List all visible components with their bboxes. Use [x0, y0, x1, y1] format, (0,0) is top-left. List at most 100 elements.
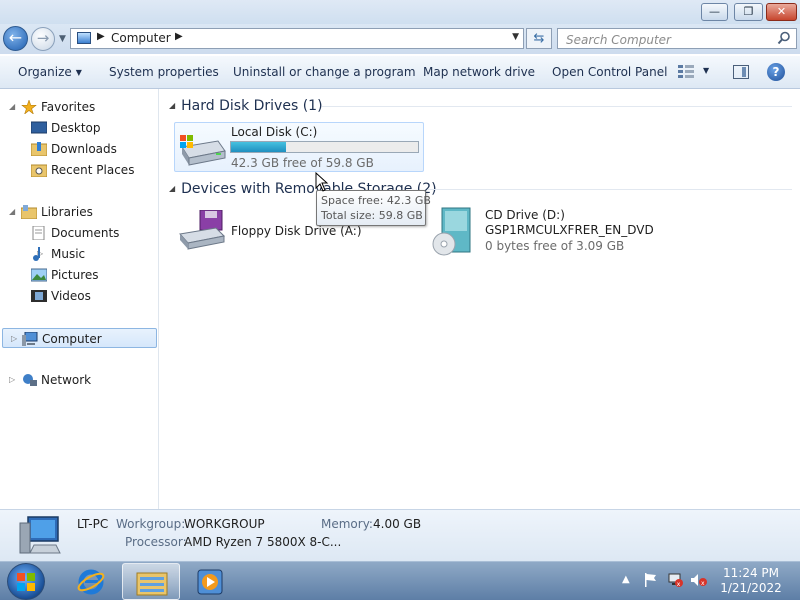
map-network-drive-button[interactable]: Map network drive — [423, 65, 535, 79]
open-control-panel-button[interactable]: Open Control Panel — [552, 65, 667, 79]
search-icon[interactable] — [777, 31, 791, 45]
breadcrumb-chevron-icon[interactable]: ▶ — [175, 31, 183, 42]
internet-explorer-icon — [77, 569, 105, 595]
floppy-drive-name: Floppy Disk Drive (A:) — [231, 224, 362, 238]
computer-icon — [22, 332, 38, 346]
local-disk-capacity-bar — [230, 141, 419, 153]
navigation-pane: ◢ Favorites Desktop Downloads Recent Pla… — [0, 89, 159, 509]
hard-drive-icon — [180, 135, 226, 166]
sidebar-item-libraries[interactable]: ◢ Libraries — [9, 202, 93, 222]
network-status-icon[interactable]: x — [666, 573, 684, 587]
breadcrumb-chevron-icon[interactable]: ▶ — [97, 31, 105, 42]
processor-value: AMD Ryzen 7 5800X 8-C... — [184, 535, 342, 549]
sidebar-item-computer[interactable]: ▷ Computer — [2, 328, 157, 348]
forward-arrow-icon: → — [36, 29, 50, 47]
desktop-icon — [31, 121, 47, 134]
maximize-button[interactable]: ❐ — [734, 3, 763, 21]
cd-drive-icon — [432, 207, 471, 256]
sidebar-item-network[interactable]: ▷ Network — [9, 370, 91, 390]
floppy-drive-icon — [179, 210, 226, 250]
computer-icon — [77, 32, 91, 44]
collapse-icon[interactable]: ◢ — [9, 202, 15, 222]
back-button[interactable]: ← — [3, 26, 28, 51]
minimize-button[interactable]: — — [701, 3, 728, 21]
address-bar[interactable]: ▶ Computer ▶ ▼ — [70, 28, 524, 49]
breadcrumb-computer[interactable]: Computer — [111, 31, 171, 45]
organize-button[interactable]: Organize ▼ — [18, 65, 82, 79]
sidebar-item-recent-places[interactable]: Recent Places — [31, 160, 134, 180]
cd-drive-free-space: 0 bytes free of 3.09 GB — [485, 239, 625, 253]
preview-pane-icon[interactable] — [733, 65, 749, 79]
forward-button[interactable]: → — [31, 27, 55, 51]
collapse-icon[interactable]: ◢ — [9, 97, 15, 117]
svg-text:x: x — [701, 580, 705, 587]
cd-drive-label: GSP1RMCULXFRER_EN_DVD — [485, 223, 654, 237]
details-pane: LT-PC Workgroup: WORKGROUP Memory: 4.00 … — [0, 509, 800, 561]
refresh-button[interactable]: ⇆ — [526, 28, 552, 49]
memory-value: 4.00 GB — [373, 517, 422, 531]
uninstall-program-button[interactable]: Uninstall or change a program — [233, 65, 416, 79]
action-center-flag-icon[interactable] — [643, 573, 657, 587]
collapse-group-icon[interactable]: ◢ — [169, 101, 175, 110]
taskbar-internet-explorer[interactable] — [62, 563, 120, 600]
recent-pages-dropdown[interactable]: ▼ — [59, 34, 66, 44]
sidebar-item-documents[interactable]: ▷ Documents — [32, 223, 119, 243]
pictures-icon — [31, 268, 47, 282]
system-clock[interactable]: 11:24 PM 1/21/2022 — [712, 566, 790, 596]
videos-icon — [31, 290, 47, 302]
help-icon[interactable]: ? — [767, 63, 785, 81]
show-hidden-icons-button[interactable]: ▲ — [622, 574, 630, 585]
music-icon — [33, 247, 40, 261]
taskbar: ▲ x x 11:24 PM 1/21/2022 — [0, 561, 800, 600]
views-dropdown-icon[interactable]: ▼ — [703, 66, 709, 75]
start-button[interactable] — [7, 563, 45, 600]
clock-date: 1/21/2022 — [720, 581, 782, 595]
volume-muted-icon[interactable]: x — [690, 573, 708, 587]
tooltip-total-size: Total size: 59.8 GB — [321, 209, 423, 222]
capacity-bar-fill — [231, 142, 286, 152]
network-icon — [23, 374, 37, 386]
taskbar-windows-explorer[interactable] — [122, 563, 180, 600]
workgroup-value: WORKGROUP — [184, 517, 265, 531]
group-header-hard-disk-drives[interactable]: ◢ Hard Disk Drives (1) — [169, 98, 323, 114]
processor-label: Processor: — [125, 535, 187, 549]
recent-places-icon — [31, 164, 47, 177]
refresh-icon: ⇆ — [533, 31, 545, 46]
mouse-cursor-icon — [315, 172, 329, 192]
local-disk-name: Local Disk (C:) — [231, 125, 318, 139]
taskbar-media-player[interactable] — [182, 563, 240, 600]
tooltip-space-free: Space free: 42.3 GB — [321, 194, 431, 207]
change-view-icon[interactable] — [678, 65, 694, 79]
svg-text:x: x — [677, 581, 681, 587]
group-divider — [322, 106, 792, 107]
command-bar: Organize ▼ System properties Uninstall or… — [0, 56, 800, 89]
documents-icon — [32, 226, 45, 240]
windows-logo-icon — [17, 573, 35, 591]
title-bar: — ❐ ✕ — [0, 0, 800, 24]
close-button[interactable]: ✕ — [766, 3, 797, 21]
drive-tooltip: Space free: 42.3 GB Total size: 59.8 GB — [316, 190, 431, 226]
workgroup-label: Workgroup: — [116, 517, 186, 531]
downloads-folder-icon — [31, 142, 47, 156]
pc-name: LT-PC — [77, 517, 109, 531]
search-input[interactable] — [564, 31, 773, 48]
media-player-icon — [197, 569, 223, 595]
star-icon — [21, 100, 37, 114]
system-properties-button[interactable]: System properties — [109, 65, 219, 79]
memory-label: Memory: — [321, 517, 373, 531]
sidebar-item-videos[interactable]: ▷ Videos — [31, 286, 91, 306]
search-box[interactable] — [557, 28, 797, 49]
sidebar-item-pictures[interactable]: ▷ Pictures — [31, 265, 99, 285]
local-disk-free-space: 42.3 GB free of 59.8 GB — [231, 156, 374, 170]
libraries-icon — [21, 205, 37, 219]
expand-icon[interactable]: ▷ — [11, 329, 17, 349]
sidebar-item-music[interactable]: ▷ Music — [33, 244, 85, 264]
folder-icon — [136, 572, 168, 596]
computer-large-icon — [19, 516, 61, 554]
expand-icon[interactable]: ▷ — [9, 370, 15, 390]
collapse-group-icon[interactable]: ◢ — [169, 184, 175, 193]
sidebar-item-downloads[interactable]: Downloads — [31, 139, 117, 159]
sidebar-item-favorites[interactable]: ◢ Favorites — [9, 97, 95, 117]
sidebar-item-desktop[interactable]: Desktop — [31, 118, 101, 138]
address-dropdown-icon[interactable]: ▼ — [512, 32, 519, 42]
